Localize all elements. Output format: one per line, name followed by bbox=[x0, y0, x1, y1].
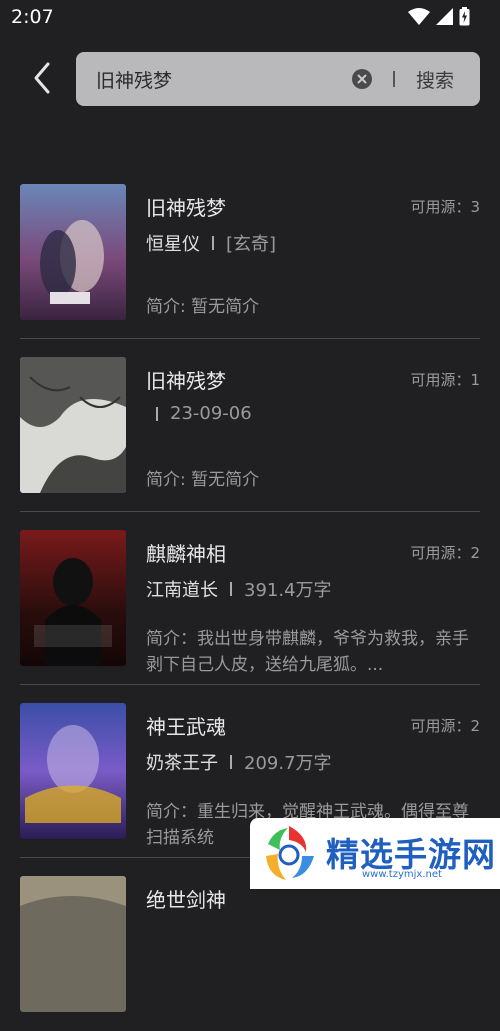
source-count: 可用源：3 bbox=[410, 198, 480, 216]
book-cover bbox=[20, 530, 126, 666]
battery-charging-icon bbox=[459, 7, 470, 26]
book-info: 209.7万字 bbox=[244, 753, 332, 774]
search-bar-row: 搜索 bbox=[0, 50, 500, 108]
cover-art-image bbox=[20, 530, 126, 666]
status-bar: 2:07 bbox=[0, 0, 500, 34]
site-watermark: 精选手游网 www.tzymjx.net bbox=[250, 818, 500, 889]
clear-search-button[interactable] bbox=[352, 69, 372, 89]
status-icons bbox=[408, 7, 470, 26]
search-input[interactable] bbox=[96, 52, 336, 106]
book-item[interactable]: 麒麟神相 可用源：2 江南道长 391.4万字 简介：我出世身带麒麟，爷爷为救我… bbox=[0, 512, 500, 685]
book-author: 奶茶王子 bbox=[146, 753, 218, 774]
source-count: 可用源：1 bbox=[410, 371, 480, 389]
watermark-url: www.tzymjx.net bbox=[362, 869, 442, 880]
book-info: [玄奇] bbox=[226, 234, 277, 255]
book-meta: 江南道长 391.4万字 bbox=[146, 576, 332, 602]
search-box: 搜索 bbox=[76, 52, 480, 106]
book-title: 麒麟神相 bbox=[146, 542, 226, 566]
wifi-icon bbox=[408, 7, 430, 25]
book-author: 江南道长 bbox=[146, 580, 218, 601]
back-button[interactable] bbox=[24, 60, 58, 98]
book-cover bbox=[20, 184, 126, 320]
meta-divider bbox=[230, 755, 232, 769]
book-author: 恒星仪 bbox=[146, 234, 200, 255]
source-count: 可用源：2 bbox=[410, 717, 480, 735]
book-title: 旧神残梦 bbox=[146, 369, 226, 393]
source-count: 可用源：2 bbox=[410, 544, 480, 562]
meta-divider bbox=[156, 406, 158, 421]
book-meta: 恒星仪 [玄奇] bbox=[146, 230, 276, 256]
book-list: 旧神残梦 可用源：3 恒星仪 [玄奇] 简介: 暂无简介 旧神残梦 可用源：1 … bbox=[0, 166, 500, 1031]
cover-art-image bbox=[20, 184, 126, 320]
search-divider bbox=[393, 71, 395, 87]
chevron-left-icon bbox=[34, 62, 50, 94]
brand-logo-icon bbox=[266, 826, 314, 880]
cover-art-image bbox=[20, 357, 126, 493]
cover-art-image bbox=[20, 703, 126, 839]
book-title: 绝世剑神 bbox=[146, 888, 226, 912]
cover-art-image bbox=[20, 876, 126, 1012]
search-button[interactable]: 搜索 bbox=[416, 66, 454, 93]
clear-icon bbox=[357, 74, 367, 84]
book-cover bbox=[20, 703, 126, 839]
book-cover bbox=[20, 357, 126, 493]
cellular-signal-icon bbox=[436, 8, 453, 25]
book-item[interactable]: 旧神残梦 可用源：3 恒星仪 [玄奇] 简介: 暂无简介 bbox=[0, 166, 500, 339]
book-title: 神王武魂 bbox=[146, 715, 226, 739]
meta-divider bbox=[230, 582, 232, 596]
book-meta: 23-09-06 bbox=[146, 403, 252, 424]
book-cover bbox=[20, 876, 126, 1012]
book-intro: 简介：我出世身带麒麟，爷爷为救我，亲手剥下自己人皮，送给九尾狐。... bbox=[146, 629, 469, 675]
book-intro: 简介: 暂无简介 bbox=[146, 297, 260, 317]
book-meta: 奶茶王子 209.7万字 bbox=[146, 749, 332, 775]
book-info: 391.4万字 bbox=[244, 580, 332, 601]
meta-divider bbox=[212, 236, 214, 250]
book-item[interactable]: 旧神残梦 可用源：1 23-09-06 简介: 暂无简介 bbox=[0, 339, 500, 512]
book-info: 23-09-06 bbox=[170, 403, 252, 424]
status-time: 2:07 bbox=[11, 6, 54, 28]
book-title: 旧神残梦 bbox=[146, 196, 226, 220]
book-intro: 简介: 暂无简介 bbox=[146, 470, 260, 490]
